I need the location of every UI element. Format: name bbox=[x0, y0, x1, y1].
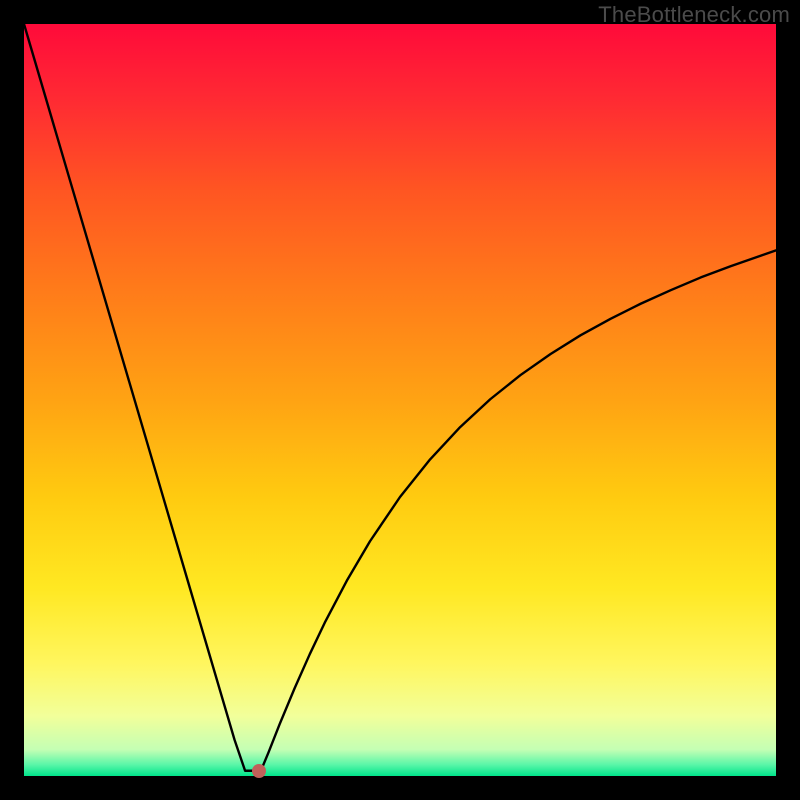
chart-frame bbox=[24, 24, 776, 776]
bottleneck-chart bbox=[24, 24, 776, 776]
gradient-background bbox=[24, 24, 776, 776]
optimal-point-marker bbox=[252, 764, 266, 778]
watermark-text: TheBottleneck.com bbox=[598, 2, 790, 28]
